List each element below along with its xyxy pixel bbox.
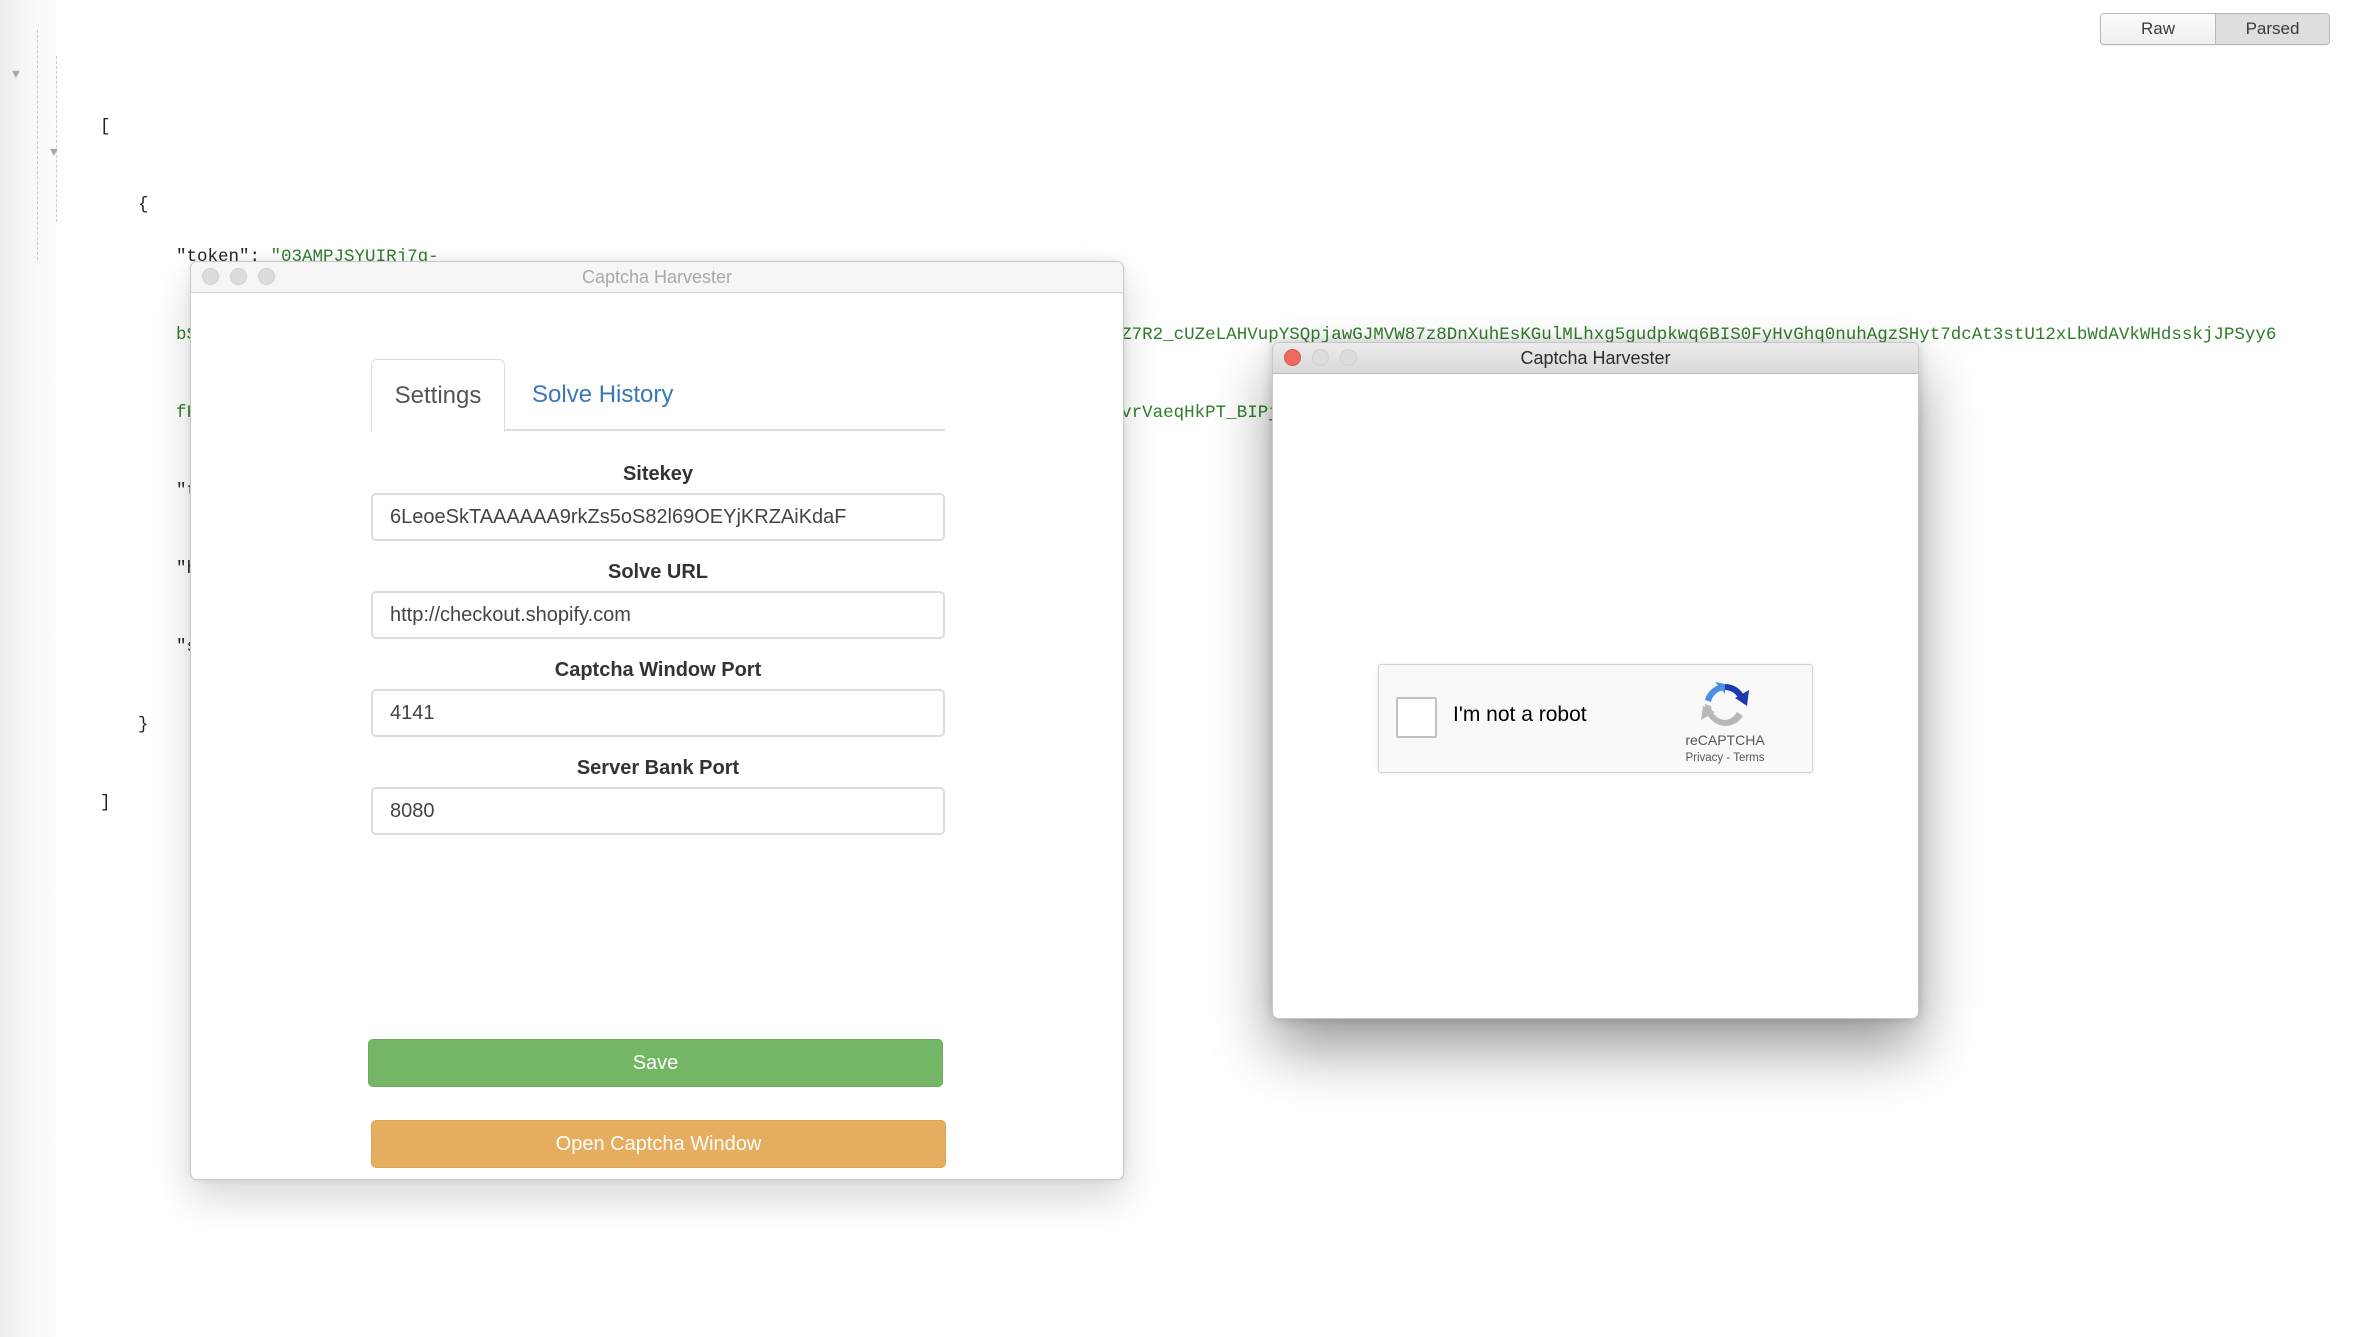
recaptcha-widget: I'm not a robot reCAPTCHA Privacy - Term… xyxy=(1378,664,1813,773)
object-close: } xyxy=(138,715,149,735)
view-mode-toggle: Raw Parsed xyxy=(2100,13,2330,45)
minimize-window-icon[interactable] xyxy=(230,268,247,285)
recaptcha-logo-icon xyxy=(1701,682,1749,727)
solve-url-input[interactable] xyxy=(371,591,945,639)
token-entry: "token": "03AMPJSYUIRj7g- xyxy=(0,218,2276,267)
window-controls xyxy=(202,268,275,285)
object-open: { xyxy=(138,195,149,215)
collapse-object-icon[interactable]: ▼ xyxy=(50,140,58,166)
settings-window: Captcha Harvester Settings Solve History… xyxy=(190,261,1124,1180)
recaptcha-label: I'm not a robot xyxy=(1453,703,1587,726)
maximize-window-icon[interactable] xyxy=(258,268,275,285)
server-bank-port-label: Server Bank Port xyxy=(576,757,740,779)
close-window-icon[interactable] xyxy=(202,268,219,285)
captcha-window-port-label: Captcha Window Port xyxy=(554,659,762,681)
tab-solve-history[interactable]: Solve History xyxy=(532,359,673,431)
sitekey-input[interactable] xyxy=(371,493,945,541)
open-captcha-window-button[interactable]: Open Captcha Window xyxy=(371,1120,946,1168)
window-titlebar[interactable]: Captcha Harvester xyxy=(1273,343,1918,374)
captcha-window: Captcha Harvester I'm not a robot reCAPT… xyxy=(1272,342,1919,1019)
settings-content: Settings Solve History Sitekey Solve URL… xyxy=(191,293,1123,1179)
recaptcha-brand: reCAPTCHA xyxy=(1685,732,1765,748)
raw-button[interactable]: Raw xyxy=(2101,14,2215,44)
collapse-array-icon[interactable]: ▼ xyxy=(12,62,20,88)
window-titlebar[interactable]: Captcha Harvester xyxy=(191,262,1123,293)
maximize-window-icon[interactable] xyxy=(1340,349,1357,366)
minimize-window-icon[interactable] xyxy=(1312,349,1329,366)
server-bank-port-input[interactable] xyxy=(371,787,945,835)
solve-url-label: Solve URL xyxy=(607,561,709,583)
window-controls xyxy=(1284,349,1357,366)
save-button[interactable]: Save xyxy=(368,1039,943,1087)
tab-bar: Settings Solve History xyxy=(371,359,945,433)
sitekey-label: Sitekey xyxy=(622,463,694,485)
tab-settings[interactable]: Settings xyxy=(371,359,505,433)
captcha-content: I'm not a robot reCAPTCHA Privacy - Term… xyxy=(1273,374,1918,1018)
recaptcha-privacy-terms-link[interactable]: Privacy - Terms xyxy=(1669,752,1781,764)
captcha-window-port-input[interactable] xyxy=(371,689,945,737)
recaptcha-checkbox[interactable] xyxy=(1396,697,1437,738)
parsed-button[interactable]: Parsed xyxy=(2215,14,2329,44)
array-close: ] xyxy=(100,793,111,813)
close-window-icon[interactable] xyxy=(1284,349,1301,366)
window-title: Captcha Harvester xyxy=(581,266,733,287)
window-title: Captcha Harvester xyxy=(1520,347,1671,368)
array-open: [ xyxy=(100,117,111,137)
settings-form: Sitekey Solve URL Captcha Window Port Se… xyxy=(368,459,946,1168)
